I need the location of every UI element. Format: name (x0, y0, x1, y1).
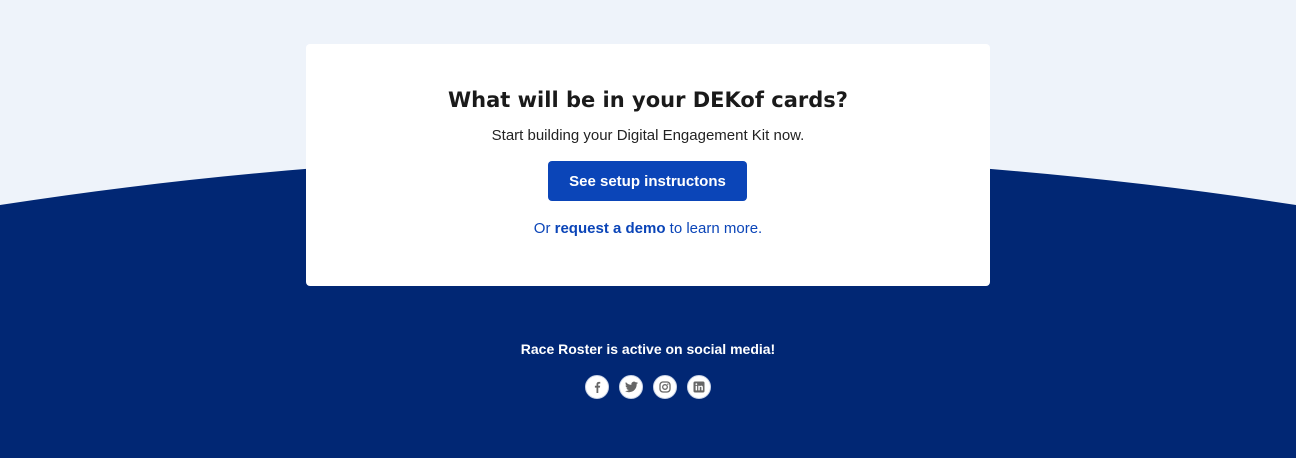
linkedin-icon (693, 381, 705, 393)
cta-card: What will be in your DEKof cards? Start … (306, 44, 990, 286)
facebook-link[interactable] (585, 375, 609, 399)
instagram-icon (659, 381, 671, 393)
linkedin-link[interactable] (687, 375, 711, 399)
social-title: Race Roster is active on social media! (520, 341, 776, 357)
demo-suffix: to learn more. (665, 220, 763, 237)
social-links (0, 375, 1296, 399)
request-demo-link[interactable]: request a demo (555, 220, 666, 237)
see-setup-instructions-button[interactable]: See setup instructons (548, 161, 747, 201)
card-title: What will be in your DEKof cards? (448, 88, 848, 112)
demo-prefix: Or (533, 220, 555, 237)
demo-line: Or request a demo to learn more. (306, 220, 990, 237)
twitter-icon (624, 381, 638, 393)
instagram-link[interactable] (653, 375, 677, 399)
facebook-icon (594, 381, 601, 393)
twitter-link[interactable] (619, 375, 643, 399)
card-subtitle: Start building your Digital Engagement K… (491, 127, 805, 144)
